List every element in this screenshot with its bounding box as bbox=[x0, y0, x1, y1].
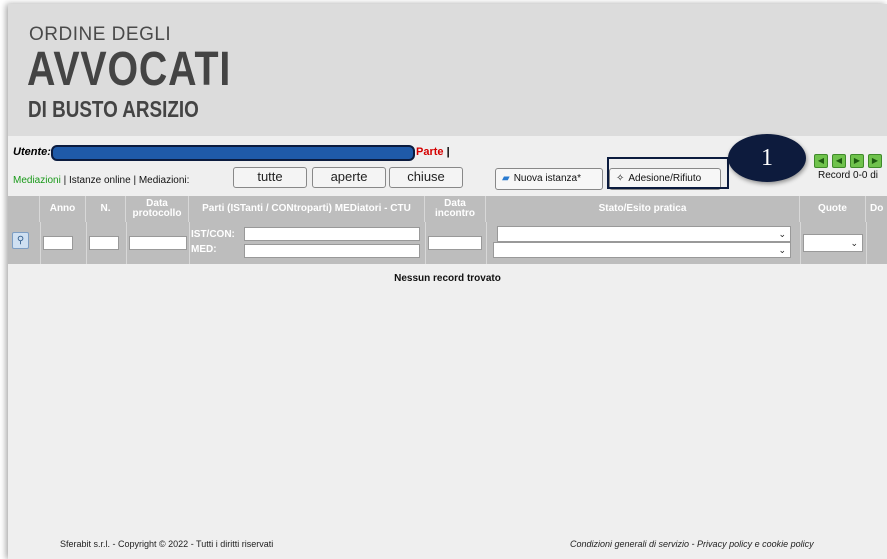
step-callout: 1 bbox=[728, 134, 806, 182]
header-spacer bbox=[8, 196, 40, 222]
data-incontro-filter-input[interactable] bbox=[428, 236, 482, 250]
nav-link-mediazioni[interactable]: Mediazioni bbox=[13, 175, 61, 186]
numero-filter-input[interactable] bbox=[89, 236, 119, 250]
filter-chiuse-button[interactable]: chiuse bbox=[389, 167, 463, 188]
chevron-down-icon: ⌄ bbox=[778, 229, 786, 239]
logo-line-avvocati: AVVOCATI bbox=[27, 43, 232, 96]
header-parti: Parti (ISTanti / CONtroparti) MEDiatori … bbox=[189, 196, 425, 222]
data-protocollo-filter-input[interactable] bbox=[129, 236, 187, 250]
table-header: Anno N. Data protocollo Parti (ISTanti /… bbox=[8, 196, 887, 222]
med-filter-input[interactable] bbox=[244, 244, 420, 258]
header-n: N. bbox=[86, 196, 126, 222]
last-page-icon[interactable]: ▶ bbox=[868, 154, 882, 168]
redacted-user-name bbox=[51, 145, 415, 161]
anno-filter-input[interactable] bbox=[43, 236, 73, 250]
utente-label: Utente: bbox=[13, 146, 51, 158]
stato-select[interactable]: ⌄ bbox=[497, 226, 791, 242]
nav-line: Mediazioni | Istanze online | Mediazioni… bbox=[13, 175, 190, 186]
app-window: ORDINE DEGLI AVVOCATI DI BUSTO ARSIZIO U… bbox=[8, 4, 887, 559]
next-page-icon[interactable]: ▶ bbox=[850, 154, 864, 168]
chevron-down-icon: ⌄ bbox=[778, 245, 786, 255]
ist-con-label: IST/CON: bbox=[191, 229, 235, 240]
record-info: Record 0-0 di bbox=[818, 170, 879, 181]
logo-line-busto-arsizio: DI BUSTO ARSIZIO bbox=[28, 96, 199, 122]
highlight-box bbox=[607, 157, 729, 189]
filter-row: ⚲ IST/CON: MED: ⌄ ⌄ ⌄ bbox=[8, 222, 887, 264]
nuova-istanza-button[interactable]: ▰ Nuova istanza* bbox=[495, 168, 603, 190]
search-icon[interactable]: ⚲ bbox=[12, 232, 29, 249]
filter-tutte-button[interactable]: tutte bbox=[233, 167, 307, 188]
printer-icon: ▰ bbox=[502, 173, 510, 184]
header-stato: Stato/Esito pratica bbox=[486, 196, 800, 222]
site-header: ORDINE DEGLI AVVOCATI DI BUSTO ARSIZIO bbox=[8, 4, 887, 136]
header-anno: Anno bbox=[40, 196, 86, 222]
filter-aperte-button[interactable]: aperte bbox=[312, 167, 386, 188]
header-data-incontro: Data incontro bbox=[425, 196, 486, 222]
first-page-icon[interactable]: ◀ bbox=[814, 154, 828, 168]
nav-mediazioni-label: Mediazioni: bbox=[138, 175, 190, 186]
pager: ◀ ◀ ▶ ▶ bbox=[814, 150, 886, 168]
parte-label: Parte | bbox=[416, 146, 450, 158]
header-extra: Do bbox=[870, 203, 884, 214]
chevron-down-icon: ⌄ bbox=[850, 238, 858, 248]
prev-page-icon[interactable]: ◀ bbox=[832, 154, 846, 168]
nuova-istanza-label: Nuova istanza* bbox=[513, 173, 581, 184]
header-data-protocollo: Data protocollo bbox=[126, 196, 189, 222]
esito-select[interactable]: ⌄ bbox=[493, 242, 791, 258]
nav-link-istanze-online[interactable]: Istanze online bbox=[69, 175, 131, 186]
footer-copyright: Sferabit s.r.l. - Copyright © 2022 - Tut… bbox=[60, 539, 274, 549]
header-quote: Quote bbox=[800, 196, 866, 222]
med-label: MED: bbox=[191, 244, 217, 255]
quote-select[interactable]: ⌄ bbox=[803, 234, 863, 252]
footer-links[interactable]: Condizioni generali di servizio - Privac… bbox=[570, 539, 814, 549]
empty-message: Nessun record trovato bbox=[394, 273, 501, 284]
ist-con-filter-input[interactable] bbox=[244, 227, 420, 241]
